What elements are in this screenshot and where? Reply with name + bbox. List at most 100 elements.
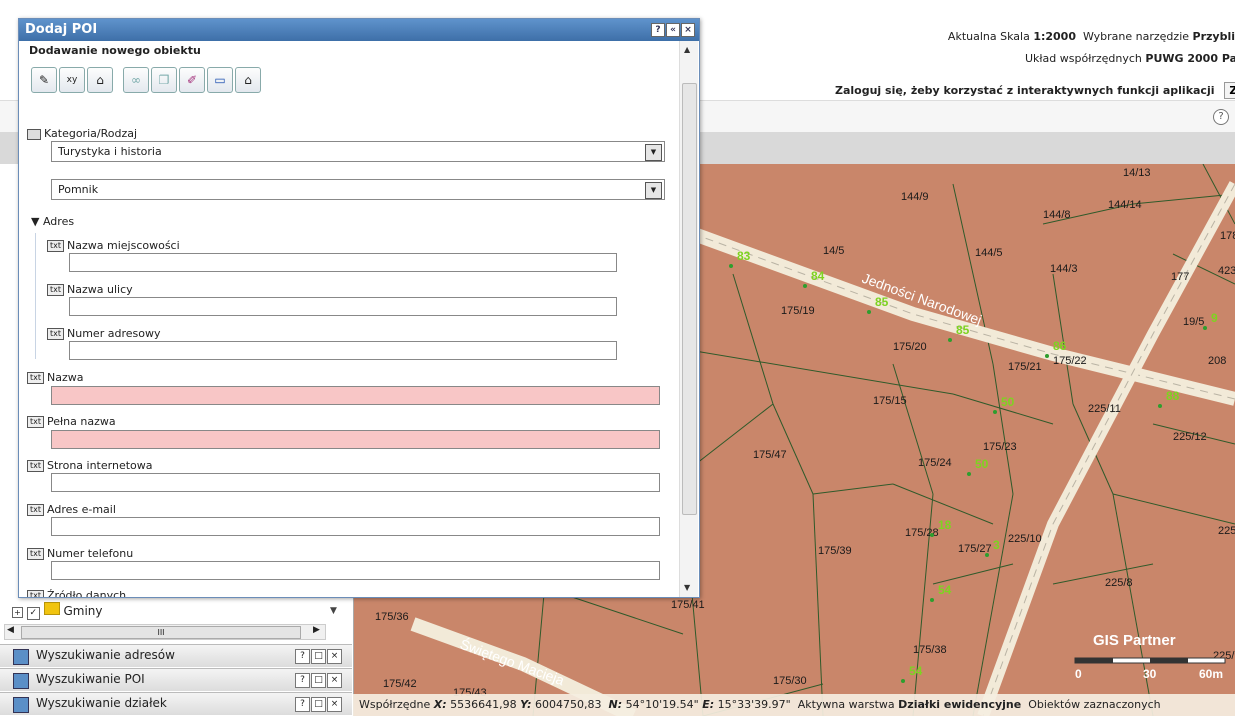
locality-input[interactable] [69, 253, 617, 272]
panel-address-search[interactable]: Wyszukiwanie adresów ? □ × [0, 644, 352, 667]
scroll-thumb[interactable]: III [21, 626, 301, 639]
scroll-up-icon[interactable]: ▲ [684, 45, 690, 54]
street-input[interactable] [69, 297, 617, 316]
checkbox-icon[interactable]: ✓ [26, 607, 40, 620]
panel-parcel-search[interactable]: Wyszukiwanie działek ? □ × [0, 692, 352, 715]
chevron-down-icon[interactable]: ▼ [645, 182, 662, 199]
home-upload-icon[interactable]: ⌂ [87, 67, 113, 93]
parcel-label: 14/5 [823, 245, 844, 257]
tool-label: Wybrane narzędzie [1082, 30, 1190, 43]
parcel-label: 175/38 [913, 644, 947, 656]
close-button[interactable]: × [327, 697, 342, 712]
e-value: 15°33'39.97" [717, 698, 791, 711]
field-label-row: txt Nazwa ulicy [47, 283, 133, 296]
home-icon[interactable]: ⌂ [235, 67, 261, 93]
name-input[interactable] [51, 386, 660, 405]
parcel-label: 175/30 [773, 675, 807, 687]
parcel-boundary [812, 493, 824, 716]
scalebar-segment [1075, 658, 1113, 663]
category-select[interactable]: Turystyka i historia ▼ [51, 141, 665, 162]
phone-input[interactable] [51, 561, 660, 580]
parcel-label: 144/8 [1043, 209, 1071, 221]
scalebar-label: 0 [1075, 667, 1082, 681]
address-point [930, 598, 934, 602]
scroll-right-icon[interactable]: ▶ [313, 625, 320, 635]
collapse-icon[interactable]: « [666, 23, 680, 37]
selected-objects-label: Obiektów zaznaczonych [1028, 698, 1161, 711]
parcel-boundary [932, 563, 1014, 585]
field-label-row: txt Adres e-mail [27, 503, 116, 516]
field-label-row: txt Numer telefonu [27, 547, 133, 560]
address-number-label: 86 [1053, 339, 1067, 353]
address-number-label: 54 [909, 664, 923, 678]
search-panel-icon [13, 649, 29, 665]
coords-label: Współrzędne [359, 698, 431, 711]
txt-icon: txt [27, 548, 45, 560]
street-label: Nazwa ulicy [67, 283, 133, 296]
restore-button[interactable]: □ [311, 697, 326, 712]
parcel-label: 175/22 [1053, 355, 1087, 367]
parcel-label: 175/41 [671, 599, 705, 611]
restore-button[interactable]: □ [311, 649, 326, 664]
panel-buttons: ? □ × [294, 696, 342, 712]
dialog-titlebar[interactable]: Dodaj POI ? « × [19, 19, 699, 41]
help-button[interactable]: ? [295, 673, 310, 688]
dialog-scrollbar[interactable]: ▲ ▼ [679, 41, 698, 597]
txt-icon: txt [47, 328, 65, 340]
category-value: Turystyka i historia [58, 145, 162, 158]
house-number-input[interactable] [69, 341, 617, 360]
full-name-label: Pełna nazwa [47, 415, 116, 428]
house-number-label: Numer adresowy [67, 327, 161, 340]
field-label-row: txt Pełna nazwa [27, 415, 116, 428]
help-icon[interactable]: ? [651, 23, 665, 37]
parcel-label: 144/14 [1108, 199, 1142, 211]
category-label-row: Kategoria/Rodzaj [27, 127, 137, 140]
parcel-label: 178 [1220, 230, 1235, 242]
chevron-down-icon[interactable]: ▼ [645, 144, 662, 161]
scroll-thumb[interactable] [682, 83, 697, 515]
help-button[interactable]: ? [295, 649, 310, 664]
close-button[interactable]: × [327, 673, 342, 688]
login-button[interactable]: Zalogu [1224, 82, 1235, 99]
type-select[interactable]: Pomnik ▼ [51, 179, 665, 200]
parcel-label: 423 [1218, 265, 1235, 277]
tree-item-gminy[interactable]: + ✓ Gminy [12, 602, 103, 620]
website-label: Strona internetowa [47, 459, 153, 472]
scroll-left-icon[interactable]: ◀ [7, 625, 14, 635]
link-icon[interactable]: ∞ [123, 67, 149, 93]
parcel-label: 225/11 [1088, 403, 1121, 415]
website-input[interactable] [51, 473, 660, 492]
help-button[interactable]: ? [295, 697, 310, 712]
scalebar-label: 60m [1199, 667, 1223, 681]
tree-scroll-down-icon[interactable]: ▼ [330, 606, 337, 616]
edit-icon[interactable]: ✐ [179, 67, 205, 93]
panel-poi-search[interactable]: Wyszukiwanie POI ? □ × [0, 668, 352, 691]
email-input[interactable] [51, 517, 660, 536]
txt-icon: txt [27, 590, 45, 597]
parcel-label: 175/47 [753, 449, 787, 461]
close-button[interactable]: × [327, 649, 342, 664]
y-value: 6004750,83 [535, 698, 602, 711]
txt-icon: txt [47, 284, 65, 296]
parcel-label: 175/21 [1008, 361, 1042, 373]
address-number-label: 88 [1166, 389, 1180, 403]
parcel-boundary [992, 363, 1014, 495]
screen-icon[interactable]: ▭ [207, 67, 233, 93]
layers-icon[interactable]: ❐ [151, 67, 177, 93]
scroll-down-icon[interactable]: ▼ [684, 583, 690, 592]
close-icon[interactable]: × [681, 23, 695, 37]
txt-icon: txt [27, 504, 45, 516]
horizontal-scrollbar[interactable]: ◀ III ▶ [4, 624, 326, 640]
x-label: X: [433, 698, 447, 711]
field-label-row: txt Nazwa [27, 371, 84, 384]
parcel-label: 208 [1208, 355, 1226, 367]
restore-button[interactable]: □ [311, 673, 326, 688]
expand-icon[interactable]: + [12, 607, 23, 618]
address-section-header[interactable]: ▼ Adres [31, 215, 74, 228]
help-icon[interactable]: ? [1213, 109, 1229, 125]
address-point [867, 310, 871, 314]
pencil-icon[interactable]: ✎ [31, 67, 57, 93]
full-name-input[interactable] [51, 430, 660, 449]
xy-icon[interactable]: xy [59, 67, 85, 93]
scale-label: Aktualna Skala [947, 30, 1030, 43]
